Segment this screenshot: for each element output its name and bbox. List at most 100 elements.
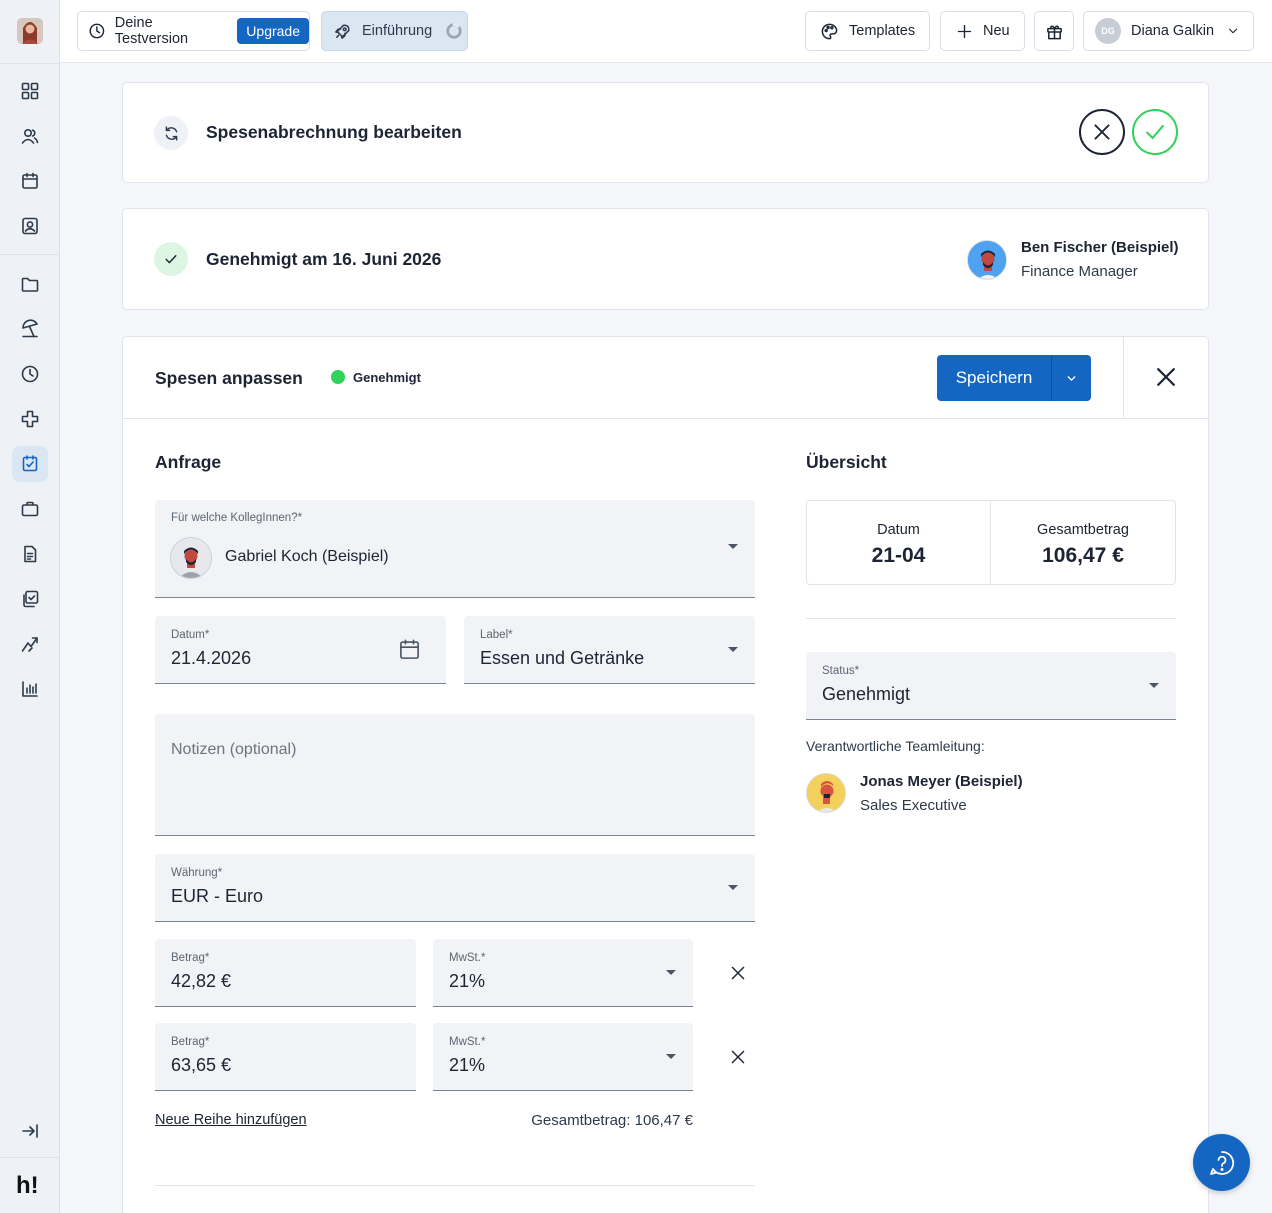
notes-placeholder: Notizen (optional) bbox=[171, 741, 297, 758]
bar-chart-icon[interactable] bbox=[12, 671, 48, 707]
chevron-down-icon bbox=[1228, 28, 1238, 34]
close-form-button[interactable] bbox=[1154, 365, 1178, 394]
vat-label: MwSt.* bbox=[449, 952, 486, 964]
date-value: 21.4.2026 bbox=[171, 648, 252, 668]
rocket-icon bbox=[335, 23, 350, 39]
amount-value: 42,82 € bbox=[171, 971, 232, 991]
vat-select[interactable]: MwSt.* 21% bbox=[433, 1023, 693, 1091]
user-menu-button[interactable]: DG Diana Galkin bbox=[1083, 11, 1254, 51]
confirm-edit-button[interactable] bbox=[1132, 109, 1178, 155]
document-icon[interactable] bbox=[12, 536, 48, 572]
beach-umbrella-icon[interactable] bbox=[12, 311, 48, 347]
request-heading: Anfrage bbox=[155, 452, 222, 472]
save-split-button: Speichern bbox=[937, 355, 1091, 401]
templates-button[interactable]: Templates bbox=[805, 11, 930, 51]
overview-heading: Übersicht bbox=[806, 452, 887, 472]
expense-check-icon[interactable] bbox=[12, 446, 48, 482]
status-label: Status* bbox=[822, 665, 860, 677]
clock-icon bbox=[89, 23, 105, 39]
colleague-select[interactable]: Für welche KollegInnen?* Gabriel Koch (B… bbox=[155, 500, 755, 598]
new-button[interactable]: Neu bbox=[940, 11, 1025, 51]
folder-icon[interactable] bbox=[12, 266, 48, 302]
vat-value: 21% bbox=[449, 971, 486, 991]
calendar-icon[interactable] bbox=[398, 638, 421, 661]
vat-label: MwSt.* bbox=[449, 1036, 486, 1048]
overview-total-value: 106,47 € bbox=[1042, 544, 1124, 567]
overview-date-value: 21-04 bbox=[871, 544, 926, 567]
caret-down-icon bbox=[666, 1054, 676, 1059]
team-lead-label: Verantwortliche Teamleitung: bbox=[806, 738, 985, 754]
trend-icon[interactable] bbox=[12, 626, 48, 662]
amount-field[interactable]: Betrag* 42,82 € bbox=[155, 939, 416, 1007]
team-lead-name: Jonas Meyer (Beispiel) bbox=[860, 773, 1023, 790]
colleague-value: Gabriel Koch (Beispiel) bbox=[225, 548, 389, 565]
clock-icon[interactable] bbox=[12, 356, 48, 392]
close-icon bbox=[1157, 368, 1175, 386]
dashboard-icon[interactable] bbox=[12, 73, 48, 109]
remove-row-button[interactable] bbox=[730, 1049, 746, 1070]
add-row-link[interactable]: Neue Reihe hinzufügen bbox=[155, 1112, 307, 1128]
date-field[interactable]: Datum* 21.4.2026 bbox=[155, 616, 446, 684]
close-icon bbox=[731, 966, 745, 980]
people-icon[interactable] bbox=[12, 118, 48, 154]
label-label: Label* bbox=[480, 629, 513, 641]
edit-header-card: Spesenabrechnung bearbeiten bbox=[122, 82, 1209, 183]
notes-field[interactable]: Notizen (optional) bbox=[155, 714, 755, 836]
calendar-icon[interactable] bbox=[12, 163, 48, 199]
briefcase-icon[interactable] bbox=[12, 491, 48, 527]
caret-down-icon bbox=[728, 885, 738, 890]
status-value: Genehmigt bbox=[822, 684, 911, 704]
intro-button[interactable]: Einführung bbox=[321, 11, 468, 51]
vat-select[interactable]: MwSt.* 21% bbox=[433, 939, 693, 1007]
user-avatar: DG bbox=[1095, 18, 1121, 44]
upgrade-button[interactable]: Upgrade bbox=[237, 18, 309, 44]
copy-check-icon[interactable] bbox=[12, 581, 48, 617]
team-lead-role: Sales Executive bbox=[860, 797, 967, 814]
colleague-label: Für welche KollegInnen?* bbox=[171, 512, 303, 524]
app-logo[interactable]: h! bbox=[16, 1172, 39, 1200]
chevron-down-icon bbox=[1067, 375, 1076, 381]
gift-button[interactable] bbox=[1034, 11, 1074, 51]
overview-summary: Datum 21-04 Gesamtbetrag 106,47 € bbox=[806, 500, 1176, 585]
currency-select[interactable]: Währung* EUR - Euro bbox=[155, 854, 755, 922]
caret-down-icon bbox=[1149, 683, 1159, 688]
label-value: Essen und Getränke bbox=[480, 648, 645, 668]
remove-row-button[interactable] bbox=[730, 965, 746, 986]
new-label: Neu bbox=[983, 23, 1010, 39]
trial-button[interactable]: Deine Testversion Upgrade bbox=[77, 11, 310, 51]
page-title: Spesenabrechnung bearbeiten bbox=[206, 122, 462, 142]
colleague-avatar bbox=[170, 537, 212, 579]
date-label: Datum* bbox=[171, 629, 210, 641]
vat-value: 21% bbox=[449, 1055, 486, 1075]
save-button[interactable]: Speichern bbox=[937, 355, 1052, 401]
gift-icon bbox=[1046, 25, 1062, 39]
status-select[interactable]: Status* Genehmigt bbox=[806, 652, 1176, 720]
progress-ring-icon bbox=[445, 22, 463, 40]
approver-avatar bbox=[967, 240, 1007, 280]
label-select[interactable]: Label* Essen und Getränke bbox=[464, 616, 755, 684]
approval-text: Genehmigt am 16. Juni 2026 bbox=[206, 249, 442, 269]
amount-field[interactable]: Betrag* 63,65 € bbox=[155, 1023, 416, 1091]
currency-value: EUR - Euro bbox=[171, 886, 264, 906]
expand-sidebar-icon[interactable] bbox=[12, 1113, 48, 1149]
expense-form-card: Spesen anpassen Genehmigt Speichern Anfr… bbox=[122, 336, 1209, 1213]
user-name: Diana Galkin bbox=[1131, 23, 1215, 39]
help-chat-button[interactable] bbox=[1193, 1134, 1250, 1191]
cancel-edit-button[interactable] bbox=[1079, 109, 1125, 155]
approver-role: Finance Manager bbox=[1021, 263, 1138, 280]
overview-date-label: Datum bbox=[877, 522, 920, 538]
check-icon bbox=[1146, 124, 1164, 140]
plus-icon bbox=[957, 24, 972, 38]
save-options-button[interactable] bbox=[1052, 355, 1091, 401]
company-avatar[interactable] bbox=[17, 18, 43, 44]
caret-down-icon bbox=[728, 544, 738, 549]
sidebar: h! bbox=[0, 0, 60, 1213]
form-total: Gesamtbetrag: 106,47 € bbox=[531, 1112, 693, 1129]
currency-label: Währung* bbox=[171, 867, 223, 879]
caret-down-icon bbox=[666, 970, 676, 975]
palette-icon bbox=[821, 23, 838, 39]
medical-cross-icon[interactable] bbox=[12, 401, 48, 437]
contact-card-icon[interactable] bbox=[12, 208, 48, 244]
overview-total-label: Gesamtbetrag bbox=[1037, 522, 1129, 538]
amount-value: 63,65 € bbox=[171, 1055, 232, 1075]
